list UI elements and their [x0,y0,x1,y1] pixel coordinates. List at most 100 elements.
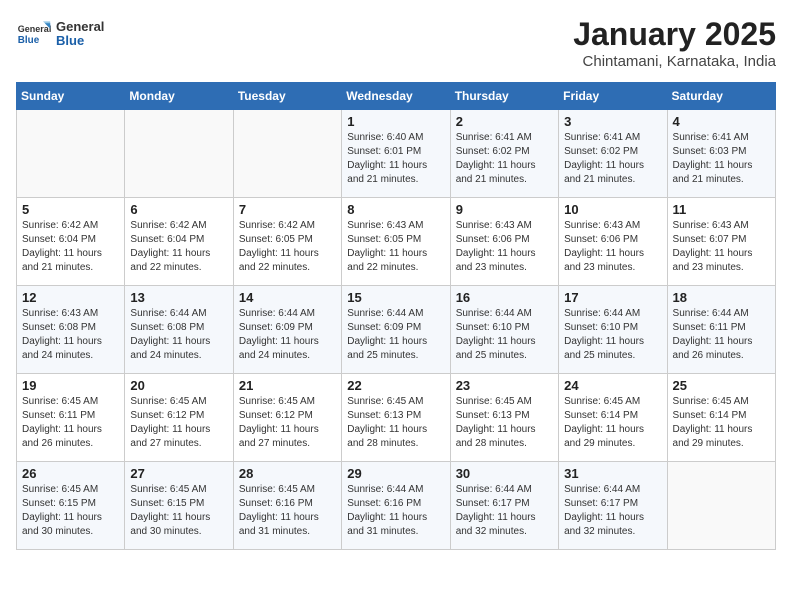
calendar-cell [17,110,125,198]
location-subtitle: Chintamani, Karnataka, India [573,53,776,70]
day-number: 10 [564,202,661,217]
month-title: January 2025 [573,16,776,53]
day-number: 25 [673,378,770,393]
day-number: 3 [564,114,661,129]
day-number: 17 [564,290,661,305]
day-number: 2 [456,114,553,129]
day-info: Sunrise: 6:40 AMSunset: 6:01 PMDaylight:… [347,131,444,187]
title-block: January 2025 Chintamani, Karnataka, Indi… [573,16,776,70]
day-info: Sunrise: 6:44 AMSunset: 6:10 PMDaylight:… [564,307,661,363]
calendar-cell: 11Sunrise: 6:43 AMSunset: 6:07 PMDayligh… [667,198,775,286]
day-number: 24 [564,378,661,393]
logo: General Blue General Blue [16,16,104,52]
calendar-cell: 9 Sunrise: 6:43 AMSunset: 6:06 PMDaylight… [450,198,558,286]
day-info: Sunrise: 6:44 AMSunset: 6:10 PMDaylight:… [456,307,553,363]
calendar-cell: 7Sunrise: 6:42 AMSunset: 6:05 PMDaylight… [233,198,341,286]
day-number: 18 [673,290,770,305]
day-number: 7 [239,202,336,217]
calendar-header-row: SundayMondayTuesdayWednesdayThursdayFrid… [17,83,776,110]
calendar-cell: 10 Sunrise: 6:43 AMSunset: 6:06 PMDayligh… [559,198,667,286]
calendar-cell: 24 Sunrise: 6:45 AMSunset: 6:14 PMDayligh… [559,374,667,462]
day-info: Sunrise: 6:44 AMSunset: 6:09 PMDaylight:… [239,307,336,363]
day-number: 21 [239,378,336,393]
day-info: Sunrise: 6:45 AMSunset: 6:13 PMDaylight:… [347,395,444,451]
header-friday: Friday [559,83,667,110]
calendar-cell: 15Sunrise: 6:44 AMSunset: 6:09 PMDayligh… [342,286,450,374]
calendar-cell: 14 Sunrise: 6:44 AMSunset: 6:09 PMDayligh… [233,286,341,374]
day-info: Sunrise: 6:45 AMSunset: 6:14 PMDaylight:… [564,395,661,451]
calendar-table: SundayMondayTuesdayWednesdayThursdayFrid… [16,82,776,550]
day-info: Sunrise: 6:43 AMSunset: 6:05 PMDaylight:… [347,219,444,275]
day-info: Sunrise: 6:44 AMSunset: 6:08 PMDaylight:… [130,307,227,363]
calendar-cell: 23 Sunrise: 6:45 AMSunset: 6:13 PMDayligh… [450,374,558,462]
day-number: 4 [673,114,770,129]
day-info: Sunrise: 6:44 AMSunset: 6:09 PMDaylight:… [347,307,444,363]
day-number: 23 [456,378,553,393]
calendar-cell: 22 Sunrise: 6:45 AMSunset: 6:13 PMDayligh… [342,374,450,462]
calendar-week-row: 1Sunrise: 6:40 AMSunset: 6:01 PMDaylight… [17,110,776,198]
day-info: Sunrise: 6:43 AMSunset: 6:06 PMDaylight:… [564,219,661,275]
svg-text:General: General [18,24,52,34]
day-info: Sunrise: 6:45 AMSunset: 6:13 PMDaylight:… [456,395,553,451]
calendar-week-row: 19 Sunrise: 6:45 AMSunset: 6:11 PMDayligh… [17,374,776,462]
calendar-cell: 19 Sunrise: 6:45 AMSunset: 6:11 PMDayligh… [17,374,125,462]
day-number: 31 [564,466,661,481]
day-info: Sunrise: 6:45 AMSunset: 6:15 PMDaylight:… [130,483,227,539]
logo-blue-text: Blue [56,34,104,48]
page-header: General Blue General Blue January 2025 C… [16,16,776,70]
calendar-cell: 28Sunrise: 6:45 AMSunset: 6:16 PMDayligh… [233,462,341,550]
logo-general-text: General [56,20,104,34]
calendar-week-row: 5 Sunrise: 6:42 AMSunset: 6:04 PMDaylight… [17,198,776,286]
day-number: 19 [22,378,119,393]
calendar-cell: 1Sunrise: 6:40 AMSunset: 6:01 PMDaylight… [342,110,450,198]
svg-text:Blue: Blue [18,35,40,46]
day-info: Sunrise: 6:45 AMSunset: 6:12 PMDaylight:… [239,395,336,451]
day-number: 13 [130,290,227,305]
day-number: 20 [130,378,227,393]
calendar-cell: 18 Sunrise: 6:44 AMSunset: 6:11 PMDayligh… [667,286,775,374]
header-wednesday: Wednesday [342,83,450,110]
day-number: 12 [22,290,119,305]
day-number: 5 [22,202,119,217]
day-info: Sunrise: 6:43 AMSunset: 6:08 PMDaylight:… [22,307,119,363]
day-number: 6 [130,202,227,217]
day-info: Sunrise: 6:43 AMSunset: 6:06 PMDaylight:… [456,219,553,275]
header-thursday: Thursday [450,83,558,110]
day-info: Sunrise: 6:41 AMSunset: 6:02 PMDaylight:… [456,131,553,187]
day-info: Sunrise: 6:41 AMSunset: 6:03 PMDaylight:… [673,131,770,187]
day-info: Sunrise: 6:45 AMSunset: 6:12 PMDaylight:… [130,395,227,451]
calendar-cell: 29 Sunrise: 6:44 AMSunset: 6:16 PMDayligh… [342,462,450,550]
day-number: 26 [22,466,119,481]
day-number: 9 [456,202,553,217]
calendar-cell: 21 Sunrise: 6:45 AMSunset: 6:12 PMDayligh… [233,374,341,462]
day-number: 8 [347,202,444,217]
day-info: Sunrise: 6:44 AMSunset: 6:17 PMDaylight:… [456,483,553,539]
day-info: Sunrise: 6:45 AMSunset: 6:14 PMDaylight:… [673,395,770,451]
day-number: 14 [239,290,336,305]
day-number: 29 [347,466,444,481]
calendar-week-row: 12 Sunrise: 6:43 AMSunset: 6:08 PMDayligh… [17,286,776,374]
day-info: Sunrise: 6:45 AMSunset: 6:16 PMDaylight:… [239,483,336,539]
day-info: Sunrise: 6:44 AMSunset: 6:17 PMDaylight:… [564,483,661,539]
day-info: Sunrise: 6:44 AMSunset: 6:16 PMDaylight:… [347,483,444,539]
calendar-cell [233,110,341,198]
calendar-week-row: 26 Sunrise: 6:45 AMSunset: 6:15 PMDayligh… [17,462,776,550]
logo-icon: General Blue [16,16,52,52]
day-info: Sunrise: 6:44 AMSunset: 6:11 PMDaylight:… [673,307,770,363]
day-info: Sunrise: 6:42 AMSunset: 6:04 PMDaylight:… [130,219,227,275]
header-tuesday: Tuesday [233,83,341,110]
day-info: Sunrise: 6:45 AMSunset: 6:11 PMDaylight:… [22,395,119,451]
calendar-cell: 2 Sunrise: 6:41 AMSunset: 6:02 PMDaylight… [450,110,558,198]
day-info: Sunrise: 6:43 AMSunset: 6:07 PMDaylight:… [673,219,770,275]
calendar-cell: 4 Sunrise: 6:41 AMSunset: 6:03 PMDaylight… [667,110,775,198]
calendar-cell: 31 Sunrise: 6:44 AMSunset: 6:17 PMDayligh… [559,462,667,550]
header-saturday: Saturday [667,83,775,110]
calendar-cell: 13 Sunrise: 6:44 AMSunset: 6:08 PMDayligh… [125,286,233,374]
day-number: 22 [347,378,444,393]
calendar-cell: 20 Sunrise: 6:45 AMSunset: 6:12 PMDayligh… [125,374,233,462]
calendar-cell: 17 Sunrise: 6:44 AMSunset: 6:10 PMDayligh… [559,286,667,374]
calendar-cell: 12 Sunrise: 6:43 AMSunset: 6:08 PMDayligh… [17,286,125,374]
calendar-cell: 5Sunrise: 6:42 AMSunset: 6:04 PMDaylight… [17,198,125,286]
calendar-cell: 16Sunrise: 6:44 AMSunset: 6:10 PMDayligh… [450,286,558,374]
day-info: Sunrise: 6:41 AMSunset: 6:02 PMDaylight:… [564,131,661,187]
